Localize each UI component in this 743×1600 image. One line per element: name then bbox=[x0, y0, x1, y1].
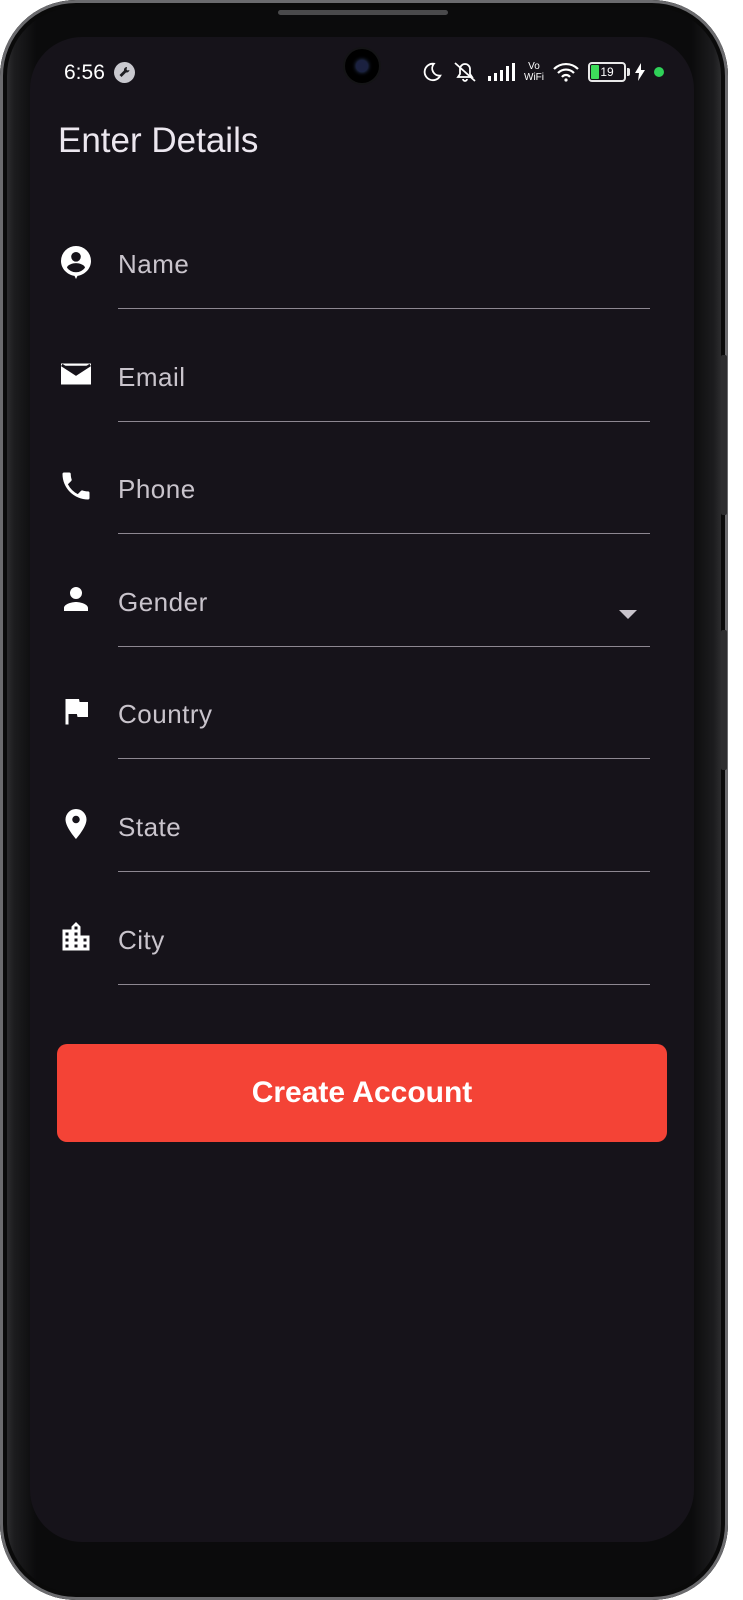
email-underline bbox=[118, 421, 650, 422]
name-label: Name bbox=[118, 249, 190, 279]
charging-icon bbox=[635, 63, 645, 81]
account-circle-icon bbox=[61, 246, 91, 279]
city-label: City bbox=[118, 925, 165, 955]
volume-button bbox=[721, 355, 727, 515]
location-pin-icon bbox=[65, 809, 87, 839]
battery-level: 19 bbox=[600, 65, 614, 79]
wifi-icon bbox=[553, 62, 579, 82]
vowifi-indicator: Vo WiFi bbox=[524, 61, 544, 83]
dropdown-arrow-icon[interactable] bbox=[619, 610, 637, 619]
city-icon bbox=[62, 922, 90, 951]
status-bar: 6:56 Vo WiFi 19 bbox=[30, 37, 694, 113]
bell-off-icon bbox=[454, 62, 476, 82]
power-button bbox=[721, 630, 727, 770]
person-icon bbox=[64, 587, 88, 611]
state-underline bbox=[118, 871, 650, 872]
country-underline bbox=[118, 758, 650, 759]
phone-frame: 6:56 Vo WiFi 19 Enter Details Name Email… bbox=[0, 0, 728, 1600]
country-field[interactable]: Country bbox=[30, 649, 694, 761]
screen: 6:56 Vo WiFi 19 Enter Details Name Email… bbox=[30, 37, 694, 1542]
city-field[interactable]: City bbox=[30, 875, 694, 987]
phone-label: Phone bbox=[118, 474, 196, 504]
phone-underline bbox=[118, 533, 650, 534]
flag-icon bbox=[65, 699, 88, 725]
email-field[interactable]: Email bbox=[30, 312, 694, 424]
gender-underline bbox=[118, 646, 650, 647]
front-camera bbox=[345, 49, 379, 83]
page-title: Enter Details bbox=[58, 121, 259, 160]
gender-label: Gender bbox=[118, 587, 208, 617]
name-underline bbox=[118, 308, 650, 309]
phone-icon bbox=[62, 472, 90, 500]
create-account-button[interactable]: Create Account bbox=[57, 1044, 667, 1142]
status-icons: Vo WiFi 19 bbox=[421, 59, 664, 85]
status-time: 6:56 bbox=[64, 61, 105, 84]
phone-field[interactable]: Phone bbox=[30, 424, 694, 536]
state-label: State bbox=[118, 812, 182, 842]
moon-icon bbox=[423, 62, 442, 82]
privacy-dot-icon bbox=[654, 67, 664, 77]
email-label: Email bbox=[118, 362, 186, 392]
state-field[interactable]: State bbox=[30, 762, 694, 874]
name-field[interactable]: Name bbox=[30, 199, 694, 311]
wrench-icon bbox=[114, 62, 135, 83]
gender-dropdown[interactable]: Gender bbox=[30, 537, 694, 649]
country-label: Country bbox=[118, 699, 213, 729]
battery-icon: 19 bbox=[588, 62, 630, 82]
signal-icon bbox=[488, 63, 515, 81]
city-underline bbox=[118, 984, 650, 985]
earpiece-slot bbox=[278, 10, 448, 15]
mail-icon bbox=[61, 363, 91, 385]
